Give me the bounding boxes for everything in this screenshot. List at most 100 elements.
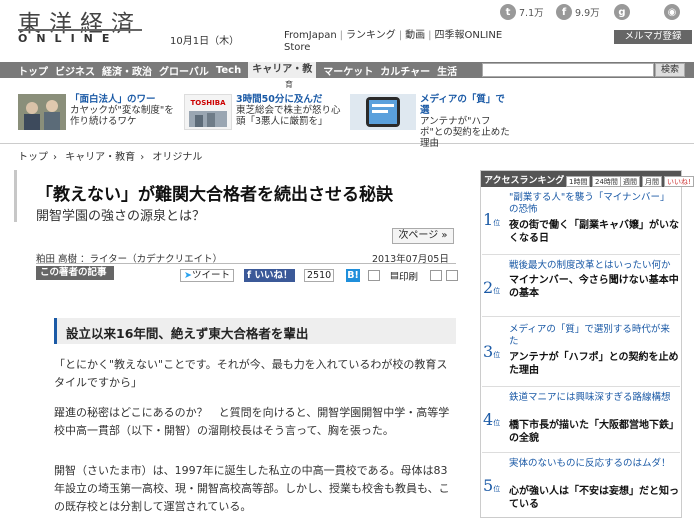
header-link-video[interactable]: 動画 bbox=[405, 30, 425, 41]
ranking-number: 4 bbox=[483, 410, 494, 429]
header-link-fromjapan[interactable]: FromJapan bbox=[284, 30, 337, 41]
author-divider bbox=[36, 263, 456, 264]
nav-item-tech[interactable]: Tech bbox=[216, 65, 241, 76]
ranking-headline: 心が強い人は「不安は妄想」だと知っている bbox=[509, 486, 679, 510]
nav-item-business[interactable]: ビジネス bbox=[55, 63, 95, 78]
nav-item-global[interactable]: グローバル bbox=[159, 63, 209, 78]
title-accent-bar bbox=[14, 170, 17, 222]
search-button[interactable]: 検索 bbox=[655, 63, 685, 77]
header-link-ranking[interactable]: ランキング bbox=[346, 30, 396, 41]
promo-item-2[interactable]: 3時間50分に及んだ 東芝総会で株主が怒り心頭「3悪人に厳罰を」 bbox=[236, 94, 342, 127]
ranking-tab-weekly[interactable]: 週間 bbox=[620, 176, 640, 187]
search-input[interactable] bbox=[482, 63, 654, 77]
link-separator: | bbox=[339, 30, 344, 41]
promo-body-3: アンテナが"ハフポ"との契約を止めた理由 bbox=[420, 116, 510, 149]
article-paragraph-1: 「とにかく"教えない"ことです。それが今、最も力を入れているわが校の教育スタイル… bbox=[54, 358, 448, 389]
breadcrumb-career[interactable]: キャリア・教育 bbox=[65, 152, 135, 163]
promo-body-2: 東芝総会で株主が怒り心頭「3悪人に厳罰を」 bbox=[236, 105, 341, 127]
ranking-tab-likes[interactable]: いいね! bbox=[664, 176, 694, 187]
facebook-follow[interactable]: f 9.9万 bbox=[556, 3, 600, 21]
google-plus-button[interactable]: g bbox=[614, 3, 630, 21]
mail-icon[interactable] bbox=[368, 270, 380, 281]
ranking-subtitle: メディアの「質」で選別する時代が来た bbox=[509, 324, 670, 347]
facebook-icon: f bbox=[556, 4, 572, 20]
promo-body-1: カヤックが"変な制度"を作り続けるワケ bbox=[70, 105, 174, 127]
facebook-like-button[interactable]: f いいね！ bbox=[244, 269, 296, 282]
ranking-suffix: 位 bbox=[493, 287, 501, 295]
ranking-suffix: 位 bbox=[493, 351, 501, 359]
toshiba-logo: TOSHIBA bbox=[190, 99, 226, 107]
nav-item-career[interactable]: キャリア・教 bbox=[248, 62, 317, 78]
breadcrumb-original[interactable]: オリジナル bbox=[152, 152, 202, 163]
current-date: 10月1日（木） bbox=[170, 36, 240, 47]
promo-headline-3: メディアの「質」で選 bbox=[420, 94, 505, 116]
promo-thumbnail-3[interactable] bbox=[350, 94, 416, 130]
twitter-bird-icon: ➤ bbox=[184, 270, 192, 281]
ranking-suffix: 位 bbox=[493, 419, 501, 427]
ranking-title: アクセスランキング bbox=[484, 176, 565, 186]
ranking-tab-monthly[interactable]: 月間 bbox=[642, 176, 662, 187]
tweet-button[interactable]: ➤ツイート bbox=[180, 269, 234, 282]
next-page-button[interactable]: 次ページ » bbox=[392, 228, 454, 244]
ranking-headline: マイナンバー、今さら聞けない基本中の基本 bbox=[509, 275, 679, 299]
rss-icon: ◉ bbox=[664, 4, 680, 20]
ranking-number: 2 bbox=[483, 278, 494, 297]
promo-thumbnail-1[interactable] bbox=[18, 94, 66, 130]
breadcrumb-top[interactable]: トップ bbox=[18, 152, 48, 163]
twitter-follow[interactable]: t 7.1万 bbox=[500, 3, 544, 21]
logo-divider bbox=[18, 29, 142, 31]
ranking-divider bbox=[482, 452, 680, 453]
author-articles-link[interactable]: この著者の記事 bbox=[36, 266, 114, 280]
print-label: 印刷 bbox=[398, 271, 418, 283]
article-paragraph-3: 開智（さいたま市）は、1997年に誕生した私立の中高一貫校である。母体は83年設… bbox=[54, 464, 450, 513]
ranking-headline: アンテナが「ハフポ」との契約を止めた理由 bbox=[509, 352, 679, 376]
google-plus-icon: g bbox=[614, 4, 630, 20]
newsletter-signup-button[interactable]: メルマガ登録 bbox=[614, 30, 692, 44]
link-separator: | bbox=[428, 30, 432, 41]
breadcrumb: トップ › キャリア・教育 › オリジナル bbox=[18, 148, 207, 163]
promo-thumbnail-2[interactable]: TOSHIBA bbox=[184, 94, 232, 130]
nav-item-market[interactable]: マーケット bbox=[323, 63, 373, 78]
nav-item-top[interactable]: トップ bbox=[18, 63, 48, 78]
ranking-tab-24hours[interactable]: 24時間 bbox=[592, 176, 621, 187]
breadcrumb-separator: › bbox=[140, 152, 145, 163]
ranking-divider bbox=[482, 254, 680, 255]
article-subtitle: 開智学園の強さの源泉とは？ bbox=[36, 209, 206, 224]
share-icon-a[interactable] bbox=[430, 270, 442, 281]
promo-item-3[interactable]: メディアの「質」で選 アンテナが"ハフポ"との契約を止めた理由 bbox=[420, 94, 512, 149]
ranking-divider bbox=[482, 316, 680, 317]
link-separator: | bbox=[398, 30, 403, 41]
rss-button[interactable]: ◉ bbox=[664, 3, 680, 21]
header-link-store[interactable]: Store bbox=[284, 42, 310, 53]
ranking-subtitle: 鉄道マニアには興味深すぎる路線構想 bbox=[509, 392, 671, 403]
print-icon: ▤ bbox=[390, 270, 399, 281]
promo-headline-2: 3時間50分に及んだ bbox=[236, 94, 323, 105]
article-paragraph-2: 躍進の秘密はどこにあるのか？ と質問を向けると、開智学園開智中学・高等学校中高一… bbox=[54, 406, 450, 437]
ranking-suffix: 位 bbox=[493, 219, 501, 227]
ranking-tab-1hour[interactable]: 1時間 bbox=[566, 176, 591, 187]
facebook-count: 9.9万 bbox=[575, 8, 600, 19]
promo-item-1[interactable]: 「面白法人」のワー カヤックが"変な制度"を作り続けるワケ bbox=[70, 94, 176, 127]
ranking-headline: 夜の街で働く「副業キャバ嬢」がいなくなる日 bbox=[509, 220, 679, 244]
share-icon-b[interactable] bbox=[446, 270, 458, 281]
like-count: 2510 bbox=[304, 269, 335, 282]
site-logo-subtitle[interactable]: ONLINE bbox=[18, 32, 118, 45]
tweet-label: ツイート bbox=[191, 270, 230, 281]
ranking-number: 1 bbox=[483, 210, 494, 229]
twitter-icon: t bbox=[500, 4, 516, 20]
header-link-shikiho[interactable]: 四季報ONLINE bbox=[435, 30, 503, 41]
ranking-subtitle: 実体のないものに反応するのはムダ！ bbox=[509, 458, 671, 469]
ranking-subtitle: "副業する人"を襲う「マイナンバー」の恐怖 bbox=[509, 192, 670, 215]
hatena-bookmark-button[interactable]: B! bbox=[346, 269, 360, 282]
section-heading: 設立以来16年間、絶えず東大合格者を輩出 bbox=[66, 326, 309, 341]
article-title: 「教えない」が難関大合格者を続出させる秘訣 bbox=[36, 185, 393, 205]
print-button[interactable]: ▤ 印刷 bbox=[390, 269, 418, 283]
ranking-number: 3 bbox=[483, 342, 494, 361]
breadcrumb-separator: › bbox=[53, 152, 57, 163]
ranking-divider bbox=[482, 386, 680, 387]
nav-item-economy[interactable]: 経済・政治 bbox=[102, 63, 152, 78]
nav-item-culture[interactable]: カルチャー bbox=[380, 63, 430, 78]
ranking-suffix: 位 bbox=[493, 485, 501, 493]
nav-item-life[interactable]: 生活 bbox=[437, 63, 457, 78]
ranking-number: 5 bbox=[483, 476, 494, 495]
